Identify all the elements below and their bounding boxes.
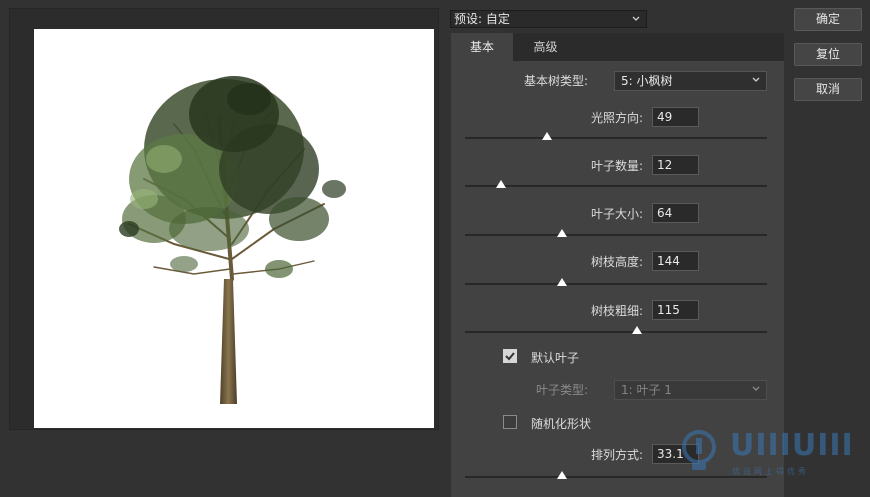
branch-height-track[interactable] xyxy=(465,283,767,285)
preview-panel xyxy=(9,8,439,430)
tab-bar: 基本 高级 xyxy=(451,33,784,61)
branch-height-label: 树枝高度: xyxy=(591,255,644,269)
tree-type-value: 5: 小枫树 xyxy=(621,74,673,88)
chevron-down-icon xyxy=(632,16,640,21)
branch-thickness-slider-thumb[interactable] xyxy=(632,326,643,334)
branch-height-input[interactable]: 144 xyxy=(652,251,699,271)
ok-button[interactable]: 确定 xyxy=(794,8,862,31)
leaf-size-input[interactable]: 64 xyxy=(652,203,699,223)
branch-thickness-track[interactable] xyxy=(465,331,767,333)
leaf-type-label: 叶子类型: xyxy=(536,383,589,397)
randomize-shape-checkbox[interactable] xyxy=(503,415,517,429)
leaf-size-label: 叶子大小: xyxy=(591,207,644,221)
tab-basic[interactable]: 基本 xyxy=(451,33,513,61)
cancel-button[interactable]: 取消 xyxy=(794,78,862,101)
branch-thickness-input[interactable]: 115 xyxy=(652,300,699,320)
light-direction-label: 光照方向: xyxy=(591,111,644,125)
check-icon xyxy=(505,352,515,361)
light-direction-track[interactable] xyxy=(465,137,767,139)
leaf-size-slider-thumb[interactable] xyxy=(556,229,567,237)
light-direction-slider-thumb[interactable] xyxy=(541,132,552,140)
branch-thickness-label: 树枝粗细: xyxy=(591,304,644,318)
lightbulb-logo-icon xyxy=(682,430,716,470)
leaf-type-value: 1: 叶子 1 xyxy=(621,383,672,397)
arrangement-slider-thumb[interactable] xyxy=(556,471,567,479)
watermark-text: UIIIUIII xyxy=(730,428,854,463)
light-direction-input[interactable]: 49 xyxy=(652,107,699,127)
preset-dropdown[interactable]: 预设: 自定 xyxy=(450,10,647,28)
leaf-type-dropdown[interactable]: 1: 叶子 1 xyxy=(614,380,767,400)
tree-illustration xyxy=(119,76,346,404)
leaf-count-track[interactable] xyxy=(465,185,767,187)
leaf-count-slider-thumb[interactable] xyxy=(496,180,507,188)
reset-button[interactable]: 复位 xyxy=(794,43,862,66)
chevron-down-icon xyxy=(752,77,760,82)
leaf-count-input[interactable]: 12 xyxy=(652,155,699,175)
tree-preview-canvas xyxy=(34,29,434,428)
branch-height-slider-thumb[interactable] xyxy=(556,278,567,286)
leaf-size-track[interactable] xyxy=(465,234,767,236)
default-leaves-label: 默认叶子 xyxy=(531,351,580,365)
randomize-shape-label: 随机化形状 xyxy=(531,417,592,431)
tree-type-dropdown[interactable]: 5: 小枫树 xyxy=(614,71,767,91)
tab-advanced[interactable]: 高级 xyxy=(513,33,578,61)
leaf-count-label: 叶子数量: xyxy=(591,159,644,173)
tree-type-label: 基本树类型: xyxy=(524,74,589,88)
watermark: UIIIUIII 优设网上得优秀 xyxy=(676,428,866,480)
arrangement-label: 排列方式: xyxy=(591,448,644,462)
default-leaves-checkbox[interactable] xyxy=(503,349,517,363)
chevron-down-icon xyxy=(752,386,760,391)
preset-label: 预设: 自定 xyxy=(454,12,510,26)
watermark-subtext: 优设网上得优秀 xyxy=(732,467,809,476)
